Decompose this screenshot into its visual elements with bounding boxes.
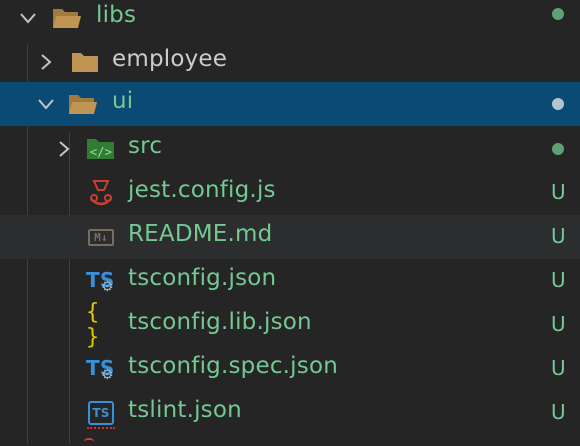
tree-item-label: tsconfig.json bbox=[128, 265, 277, 291]
modified-dot bbox=[552, 143, 564, 155]
tree-item-label: libs bbox=[96, 2, 137, 28]
tree-item-tsconfig[interactable]: TS ⚙ tsconfig.json U bbox=[0, 259, 580, 303]
modified-dot bbox=[552, 8, 564, 20]
tree-item-label: jest.config.js bbox=[128, 177, 276, 203]
tree-item-jest-config[interactable]: jest.config.js U bbox=[0, 171, 580, 215]
tslint-glyph: TS bbox=[87, 401, 115, 429]
json-icon: { } bbox=[86, 300, 116, 350]
folder-open-icon bbox=[52, 3, 82, 33]
tree-item-src[interactable]: </> src bbox=[0, 127, 580, 171]
folder-open-icon bbox=[68, 89, 98, 119]
file-explorer-tree: libs employee ui </> src jest.config.js … bbox=[0, 0, 580, 444]
untracked-badge: U bbox=[551, 400, 566, 424]
tree-item-label: src bbox=[128, 133, 163, 159]
tree-item-label: tsconfig.lib.json bbox=[128, 309, 312, 335]
untracked-badge: U bbox=[551, 312, 566, 336]
typescript-config-icon: TS ⚙ bbox=[86, 354, 116, 384]
jest-icon bbox=[86, 178, 116, 208]
untracked-badge: U bbox=[551, 356, 566, 380]
tree-item-label: ui bbox=[112, 88, 134, 114]
chevron-right-icon[interactable] bbox=[52, 137, 76, 161]
tree-item-tsconfig-spec[interactable]: TS ⚙ tsconfig.spec.json U bbox=[0, 347, 580, 391]
untracked-badge: U bbox=[551, 224, 566, 248]
chevron-down-icon[interactable] bbox=[16, 6, 40, 30]
tree-item-label: README.md bbox=[128, 221, 273, 247]
tree-item-employee[interactable]: employee bbox=[0, 40, 580, 84]
markdown-icon: M↓ bbox=[86, 222, 116, 252]
gear-icon: ⚙ bbox=[101, 367, 114, 383]
modified-dot bbox=[552, 98, 564, 110]
tree-item-tsconfig-lib[interactable]: { } tsconfig.lib.json U bbox=[0, 300, 580, 350]
tree-item-tslint[interactable]: TS tslint.json U bbox=[0, 391, 580, 435]
folder-src-icon: </> bbox=[86, 134, 116, 164]
tslint-icon: TS bbox=[86, 398, 116, 429]
tree-item-ui[interactable]: ui bbox=[0, 82, 580, 126]
chevron-right-icon[interactable] bbox=[34, 50, 58, 74]
markdown-icon-glyph: M↓ bbox=[88, 228, 114, 246]
braces-glyph: { } bbox=[86, 300, 99, 350]
tree-item-readme[interactable]: M↓ README.md U bbox=[0, 215, 580, 259]
gear-icon: ⚙ bbox=[101, 279, 114, 295]
svg-text:</>: </> bbox=[90, 145, 112, 159]
tree-item-label: tslint.json bbox=[128, 397, 242, 423]
folder-icon bbox=[70, 47, 100, 77]
untracked-badge: U bbox=[551, 180, 566, 204]
tree-item-label: tsconfig.spec.json bbox=[128, 353, 339, 379]
untracked-badge: U bbox=[551, 268, 566, 292]
typescript-config-icon: TS ⚙ bbox=[86, 266, 116, 296]
tree-item-libs[interactable]: libs bbox=[0, 0, 580, 40]
partial-next-item-icon bbox=[84, 438, 94, 446]
chevron-down-icon[interactable] bbox=[34, 92, 58, 116]
tree-item-label: employee bbox=[112, 46, 228, 72]
